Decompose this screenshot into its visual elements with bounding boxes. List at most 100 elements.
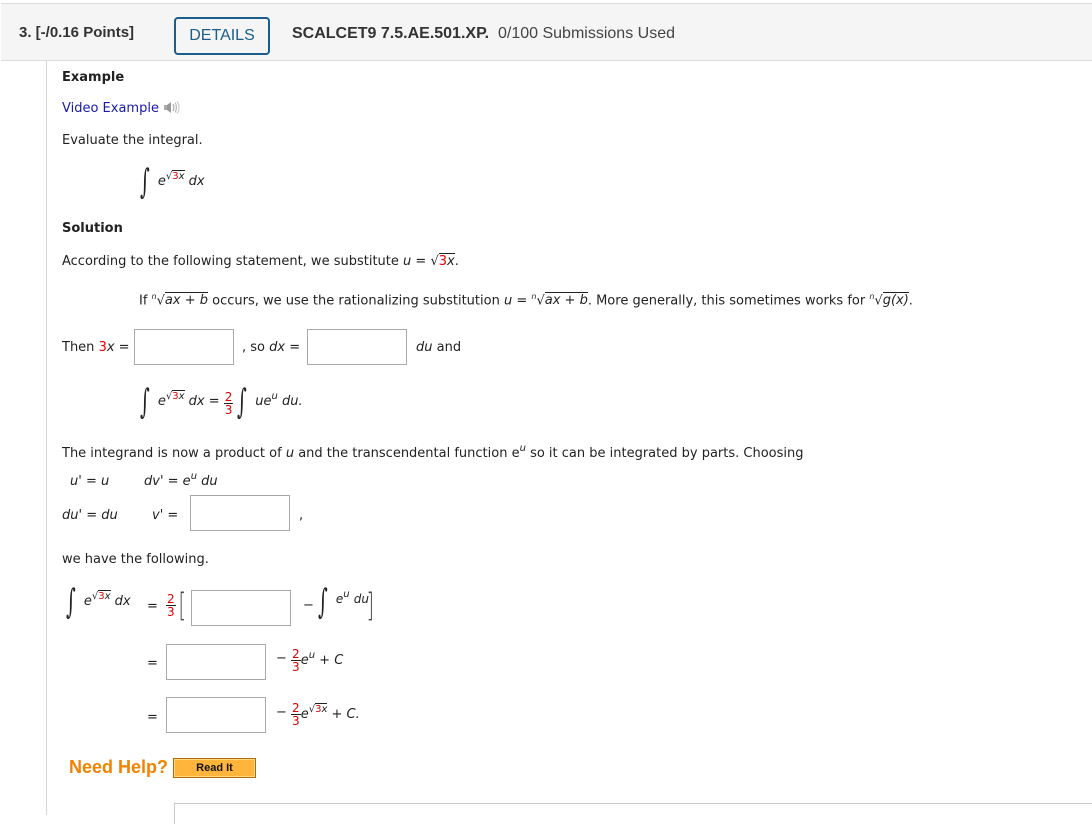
right-bracket: ] — [366, 586, 374, 624]
du-prime-choice: du' = du — [62, 508, 118, 523]
exp-base: e — [157, 174, 166, 189]
rule-radicand-1: ax + b — [164, 292, 208, 309]
then-text: Then — [62, 340, 99, 355]
so-dx-label: , so dx = — [242, 340, 300, 355]
final-eq-2: = — [147, 656, 158, 671]
speaker-icon[interactable] — [163, 101, 181, 114]
then-eq: = — [114, 340, 130, 355]
rule-end: . — [908, 293, 913, 309]
sub-eq: = — [411, 254, 431, 269]
v-prime-label: v' = — [152, 508, 179, 523]
rule-radicand-3: g(x) — [882, 292, 909, 309]
following-text: we have the following. — [62, 552, 209, 567]
parts-text-3: so it can be integrated by parts. Choosi… — [525, 446, 804, 461]
final-integral-lhs: ∫ e√3x dx — [62, 585, 131, 619]
substitution-statement: According to the following statement, we… — [62, 253, 459, 269]
dv-sup: u — [190, 471, 198, 482]
exp-radical: √3x — [165, 390, 185, 402]
frac-den: 3 — [292, 660, 300, 674]
fraction: 23 — [291, 648, 301, 673]
dx-eq: = — [285, 340, 301, 355]
video-example-row: Video Example — [62, 101, 181, 116]
integral-sign: ∫ — [65, 582, 76, 622]
and-text: and — [432, 340, 462, 355]
plus-c: + C — [315, 653, 344, 668]
bracket-term-input[interactable] — [191, 590, 291, 626]
rule-middle: occurs, we use the rationalizing substit… — [208, 293, 504, 309]
left-bracket: [ — [178, 586, 186, 624]
exp-base: e — [157, 394, 166, 409]
frac-den: 3 — [167, 605, 175, 619]
plus-c: + C. — [327, 707, 360, 722]
rewritten-integral: ∫ e√3x dx = 2 3 ∫ ueu du. — [136, 385, 303, 422]
differential: dx — [188, 174, 205, 189]
exp-radical: √3x — [91, 590, 111, 602]
question-header: 3. [-/0.16 Points] DETAILS SCALCET9 7.5.… — [1, 3, 1092, 61]
exp-radical: √3x — [308, 703, 328, 715]
final-minus-1: − — [303, 598, 314, 613]
rule-u: u — [503, 293, 513, 309]
v-prime-comma: , — [299, 508, 304, 523]
left-divider — [46, 61, 47, 815]
result-x-input[interactable] — [166, 697, 266, 733]
du-text: du — [416, 340, 433, 355]
then-var: x — [106, 340, 115, 355]
bottom-panel — [174, 803, 1092, 824]
radicand-var: x — [178, 391, 185, 402]
sub-coef: 3 — [438, 254, 448, 269]
question-points: 3. [-/0.16 Points] — [19, 24, 135, 41]
integral-sign: ∫ — [139, 162, 150, 202]
dv-text: dv' = e — [144, 474, 191, 489]
substitution-text: According to the following statement, we… — [62, 254, 404, 269]
root-index-3: n — [869, 292, 875, 301]
solution-heading: Solution — [62, 221, 123, 236]
final-line-3-tail: − 2 3 e√3x + C. — [276, 702, 360, 727]
rule-radicand-2: ax + b — [544, 292, 588, 309]
example-heading: Example — [62, 70, 125, 85]
lhs-dx: dx = — [188, 394, 220, 409]
two-thirds-fraction: 23 — [223, 391, 234, 416]
minus: − — [276, 705, 287, 720]
sub-x: x — [447, 254, 455, 269]
final-eq-3: = — [147, 710, 158, 725]
rhs-ue: ue — [255, 394, 272, 409]
sup-u: u — [308, 650, 316, 661]
minus: − — [276, 651, 287, 666]
dv-prime-choice: dv' = eu du — [144, 471, 218, 489]
final-fraction-1: 23 — [166, 593, 176, 618]
then-coef: 3 — [98, 340, 107, 355]
rationalizing-rule: If n√ax + b occurs, we use the rationali… — [139, 292, 913, 309]
dx-text: dx — [269, 340, 286, 355]
frac-den: 3 — [292, 714, 300, 728]
details-button[interactable]: DETAILS — [174, 17, 270, 55]
u-squared-input[interactable] — [134, 329, 234, 365]
rhs-du: du. — [282, 394, 303, 409]
root-index: n — [151, 292, 157, 301]
v-prime-input[interactable] — [190, 495, 290, 531]
root-index-2: n — [531, 292, 537, 301]
submissions-count: 0/100 Submissions Used — [498, 25, 675, 42]
result-u-input[interactable] — [166, 644, 266, 680]
rule-eq: = — [512, 293, 532, 309]
video-example-link[interactable]: Video Example — [62, 101, 159, 116]
radicand-var: x — [321, 704, 328, 715]
dx-input[interactable] — [307, 329, 407, 365]
need-help-label: Need Help? — [69, 757, 169, 777]
example-integral: ∫ e√3x dx — [136, 165, 205, 199]
parts-text-2: and the transcendental function e — [294, 446, 520, 461]
evaluate-prompt: Evaluate the integral. — [62, 133, 203, 148]
problem-code: SCALCET9 7.5.AE.501.XP. — [292, 25, 490, 42]
read-it-button[interactable]: Read It — [173, 758, 256, 778]
e: e — [300, 653, 309, 668]
final-eq-1: = — [147, 599, 158, 614]
sub-end: . — [454, 254, 459, 269]
u-prime-choice: u' = u — [70, 474, 110, 489]
rhs-sup: u — [271, 391, 278, 402]
then-label: Then 3x = — [62, 340, 130, 355]
inner-integral: ∫ eu du — [314, 585, 369, 619]
rule-more: . More generally, this sometimes works f… — [587, 293, 870, 309]
fraction: 23 — [291, 702, 301, 727]
exp-base: e — [83, 594, 92, 609]
integral-sign: ∫ — [139, 382, 150, 422]
integral-sign: ∫ — [317, 582, 328, 622]
